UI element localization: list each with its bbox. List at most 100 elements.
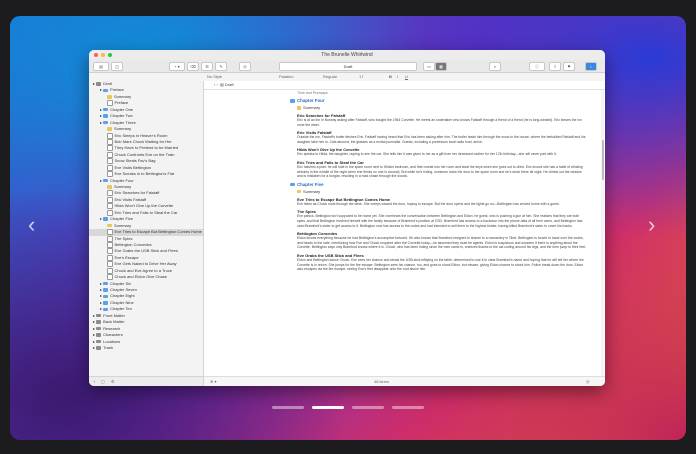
summary-label: Summary [303,105,321,110]
paragraph-style-select[interactable]: No Style [207,74,222,80]
item-count: 48 items [374,379,390,384]
document-icon [107,196,113,203]
minimize-button[interactable] [101,53,105,57]
scene-block[interactable]: The Spies Eve panics. Bettington isn't su… [297,209,587,228]
binder-item-label: Trash [103,344,114,350]
binder-item-label: They Have to Pretend to be Married [114,145,179,151]
search-icon[interactable]: ⌕ [489,62,501,71]
binder-item-label: Eric Visits Falstaff [114,196,147,202]
close-button[interactable] [94,53,98,57]
chapter-four-heading: Chapter Four [290,98,597,103]
scene-text[interactable]: Eldon and Bettington dance Chuck. Eve se… [297,258,587,272]
document-icon [107,267,113,274]
binder-item-label: Eve Visits Bettington [114,164,152,170]
scene-block[interactable]: Eve Tries to Escape But Bettington Comes… [297,197,587,207]
binder-item-label: Summary [114,93,132,99]
chapter-five-summary: Summary [297,189,597,194]
scrivenings-page[interactable]: Time and Runways Chapter Four Summary Er… [204,90,597,377]
scene-text[interactable]: Outside the inn, Falstaff's butler fetch… [297,135,587,144]
info-icon[interactable]: i [585,62,597,71]
share-icon[interactable]: ⇪ [549,62,561,71]
scene-text[interactable]: Eric is at an inn in Norway asking after… [297,118,587,127]
document-icon [107,132,113,139]
inspector-button[interactable]: ⓘ [529,62,545,71]
binder-item-label: Summary [114,184,132,189]
breadcrumb-label: Draft [224,82,234,87]
folder-icon [103,107,109,112]
scene-block[interactable]: Eric Searches for Falstaff Eric is at an … [297,113,587,127]
binder-item-label: Front Matter [103,312,125,318]
scene-block[interactable]: Eve Grabs the USB Stick and Flees Eldon a… [297,253,587,272]
trash-icon[interactable]: ⌫ [187,62,199,71]
bold-button[interactable]: B [389,74,392,80]
target-icon[interactable]: ◎ [239,62,251,71]
document-icon [107,248,113,255]
binder-item-label: Draft [103,81,112,86]
document-icon [107,158,113,165]
carousel-dot[interactable] [352,406,384,409]
document-icon [107,235,113,242]
view-mode-scrivenings[interactable]: ▭ [423,62,435,71]
zoom-select[interactable]: ⊕ ▾ [210,377,216,386]
sidebar-toggle-button[interactable]: ▤ [93,62,109,71]
editor-scrollbar[interactable] [601,90,604,377]
scene-block[interactable]: Eric Tries and Fails to Steal the Car Eri… [297,160,587,179]
breadcrumb[interactable]: ‹ › ▤ Draft [204,81,605,90]
binder-item-label: Summary [114,126,132,132]
add-item-button[interactable]: + [93,379,95,384]
view-mode-outline[interactable]: ▦ [435,62,447,71]
quick-ref-button[interactable]: ☰ [201,62,213,71]
binder-item-label: Characters [103,332,123,338]
carousel-dot[interactable] [272,406,304,409]
binder-item-label: Bettington Concedes [114,242,152,247]
scene-block[interactable]: Hilda Won't Give Up the Corvette Eric spe… [297,147,587,157]
scene-text[interactable]: Eve panics. Bettington isn't supposed to… [297,214,587,228]
back-arrow-icon[interactable]: ‹ › [214,82,218,87]
binder-item-label: Chapter One [110,106,134,112]
font-weight-select[interactable]: Regular [323,74,337,80]
scene-block[interactable]: Bettington Concedes Eldon knows everythin… [297,231,587,250]
scene-text[interactable]: Eve hides as Chuck roots through the des… [297,202,587,207]
settings-gear-icon[interactable]: ⚙ [111,379,115,384]
prev-slide-chevron-icon[interactable]: ‹ [28,214,35,236]
italic-button[interactable]: I [397,74,398,80]
document-icon [107,203,113,210]
target-status-icon[interactable]: ◎ [586,377,590,386]
document-icon [107,209,113,216]
zoom-button[interactable] [108,53,112,57]
binder-item-label: Chuck and Eldon Give Chase [114,274,167,280]
scrollbar-thumb[interactable] [601,140,604,180]
folder-icon [290,99,295,103]
view-button[interactable]: ◫ [111,62,123,71]
binder-item[interactable]: ▸ Trash [89,345,203,351]
scene-block[interactable]: Eric Visits Falstaff Outside the inn, Fal… [297,130,587,144]
folder-icon [103,301,109,305]
carousel-dot-active[interactable] [312,406,344,409]
scene-text[interactable]: Eric speaks to Hilda, the daughter, hopi… [297,152,587,157]
carousel-dot[interactable] [392,406,424,409]
binder: ▸ Draft ▸ Preface Summary Preface ▸ Chapter … [89,81,204,386]
collection-icon [96,333,102,337]
document-icon [107,171,113,178]
underline-button[interactable]: U [405,74,408,80]
binder-item-label: Chapter Ten [110,306,132,312]
add-button[interactable]: + ▾ [169,62,185,71]
document-icon [107,190,113,197]
font-select[interactable]: Palatino [279,74,293,80]
summary-icon [297,189,301,194]
font-size-select[interactable]: 17 [359,74,363,80]
previous-section-footer: Time and Runways [297,91,328,95]
binder-item-label: Eric Sleeps in Heaver's Room [114,132,168,138]
bookmark-icon[interactable]: ⚑ [563,62,575,71]
scene-text[interactable]: Eldon knows everything because he had Be… [297,236,587,250]
document-icon [107,229,113,236]
binder-item-label: Back Matter [103,319,125,325]
binder-item-label: Chapter Five [110,216,134,222]
next-slide-chevron-icon[interactable]: › [648,214,655,236]
scene-text[interactable]: Eric hatches a plan: he will hide in the… [297,165,587,179]
collection-icon [96,339,102,344]
binder-list: ▸ Draft ▸ Preface Summary Preface ▸ Chapter … [89,81,203,351]
document-title-field[interactable]: Draft [279,62,417,71]
compose-button[interactable]: ✎ [215,62,227,71]
add-folder-icon[interactable]: ▢ [101,379,105,384]
